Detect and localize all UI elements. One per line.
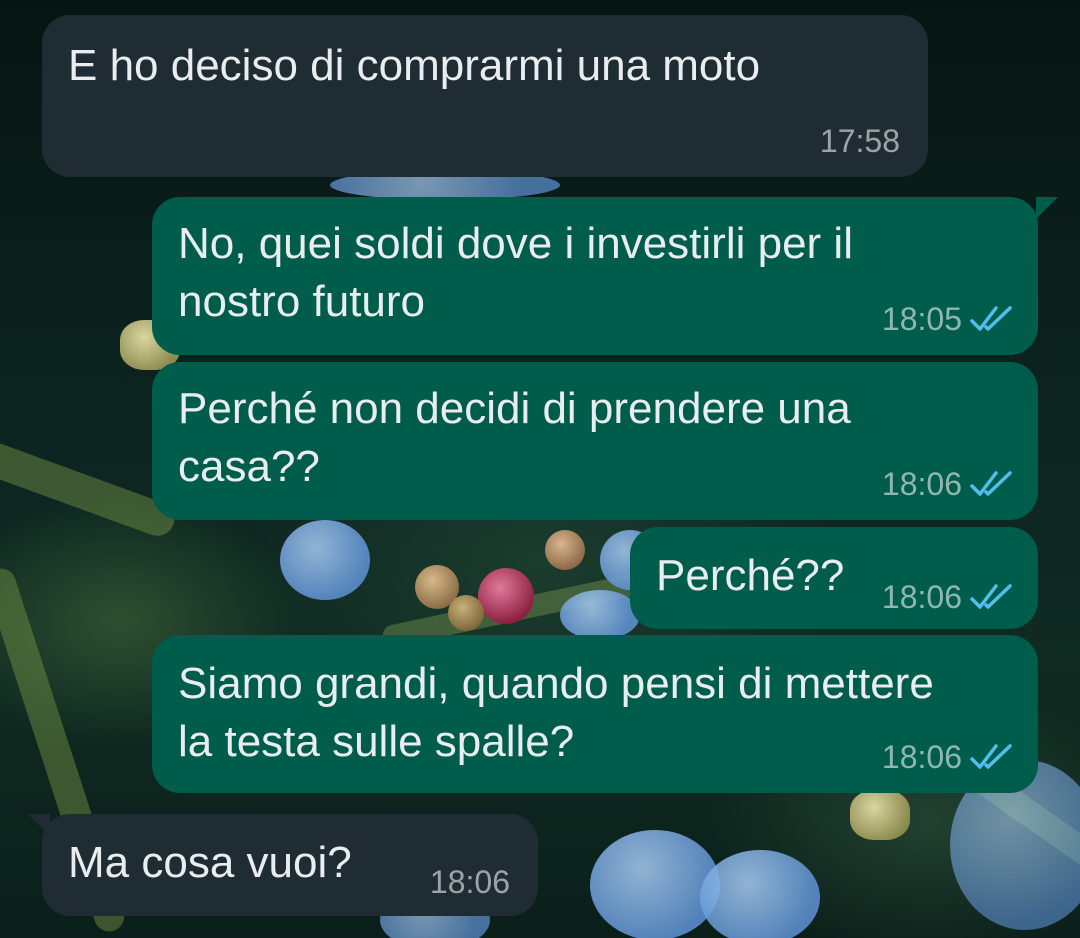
message-bubble-incoming[interactable]: E ho deciso di comprarmi una moto 17:58 [42, 15, 928, 177]
message-text: Ma cosa vuoi? [68, 838, 352, 887]
flower-petal [700, 850, 820, 938]
bubble-tail [28, 814, 50, 836]
message-bubble-outgoing[interactable]: No, quei soldi dove i investirli per il … [152, 197, 1058, 355]
message-text: Siamo grandi, quando pensi di mettere la… [178, 659, 934, 766]
bubble-tail [1036, 197, 1058, 219]
message-time: 18:06 [881, 739, 962, 775]
flower-petal [590, 830, 720, 938]
message-time: 17:58 [819, 123, 900, 159]
read-double-tick-icon [970, 306, 1012, 331]
flower-bud [448, 595, 484, 631]
message-meta: 18:05 [882, 301, 1016, 337]
message-text: Perché non decidi di prendere una casa?? [178, 384, 851, 491]
message-meta: 18:06 [882, 466, 1016, 502]
message-meta: 17:58 [820, 123, 900, 159]
message-bubble-outgoing[interactable]: Perché non decidi di prendere una casa??… [152, 362, 1038, 520]
message-bubble-outgoing[interactable]: Siamo grandi, quando pensi di mettere la… [152, 635, 1038, 793]
flower-bud [850, 790, 910, 840]
flower-bud [478, 568, 534, 624]
message-bubble-outgoing[interactable]: Perché?? 18:06 [630, 527, 1038, 629]
read-double-tick-icon [970, 584, 1012, 609]
message-time: 18:06 [881, 579, 962, 615]
message-time: 18:06 [881, 466, 962, 502]
read-double-tick-icon [970, 744, 1012, 769]
message-time: 18:06 [429, 864, 510, 900]
flower-petal [280, 520, 370, 600]
message-meta: 18:06 [430, 864, 510, 900]
message-bubble-incoming[interactable]: Ma cosa vuoi? 18:06 [28, 814, 538, 916]
flower-bud [545, 530, 585, 570]
message-text: E ho deciso di comprarmi una moto [68, 41, 761, 90]
message-text: No, quei soldi dove i investirli per il … [178, 219, 853, 326]
flower-petal [560, 590, 640, 640]
message-text: Perché?? [656, 551, 845, 600]
message-meta: 18:06 [882, 739, 1016, 775]
message-time: 18:05 [881, 301, 962, 337]
message-meta: 18:06 [882, 579, 1016, 615]
read-double-tick-icon [970, 471, 1012, 496]
